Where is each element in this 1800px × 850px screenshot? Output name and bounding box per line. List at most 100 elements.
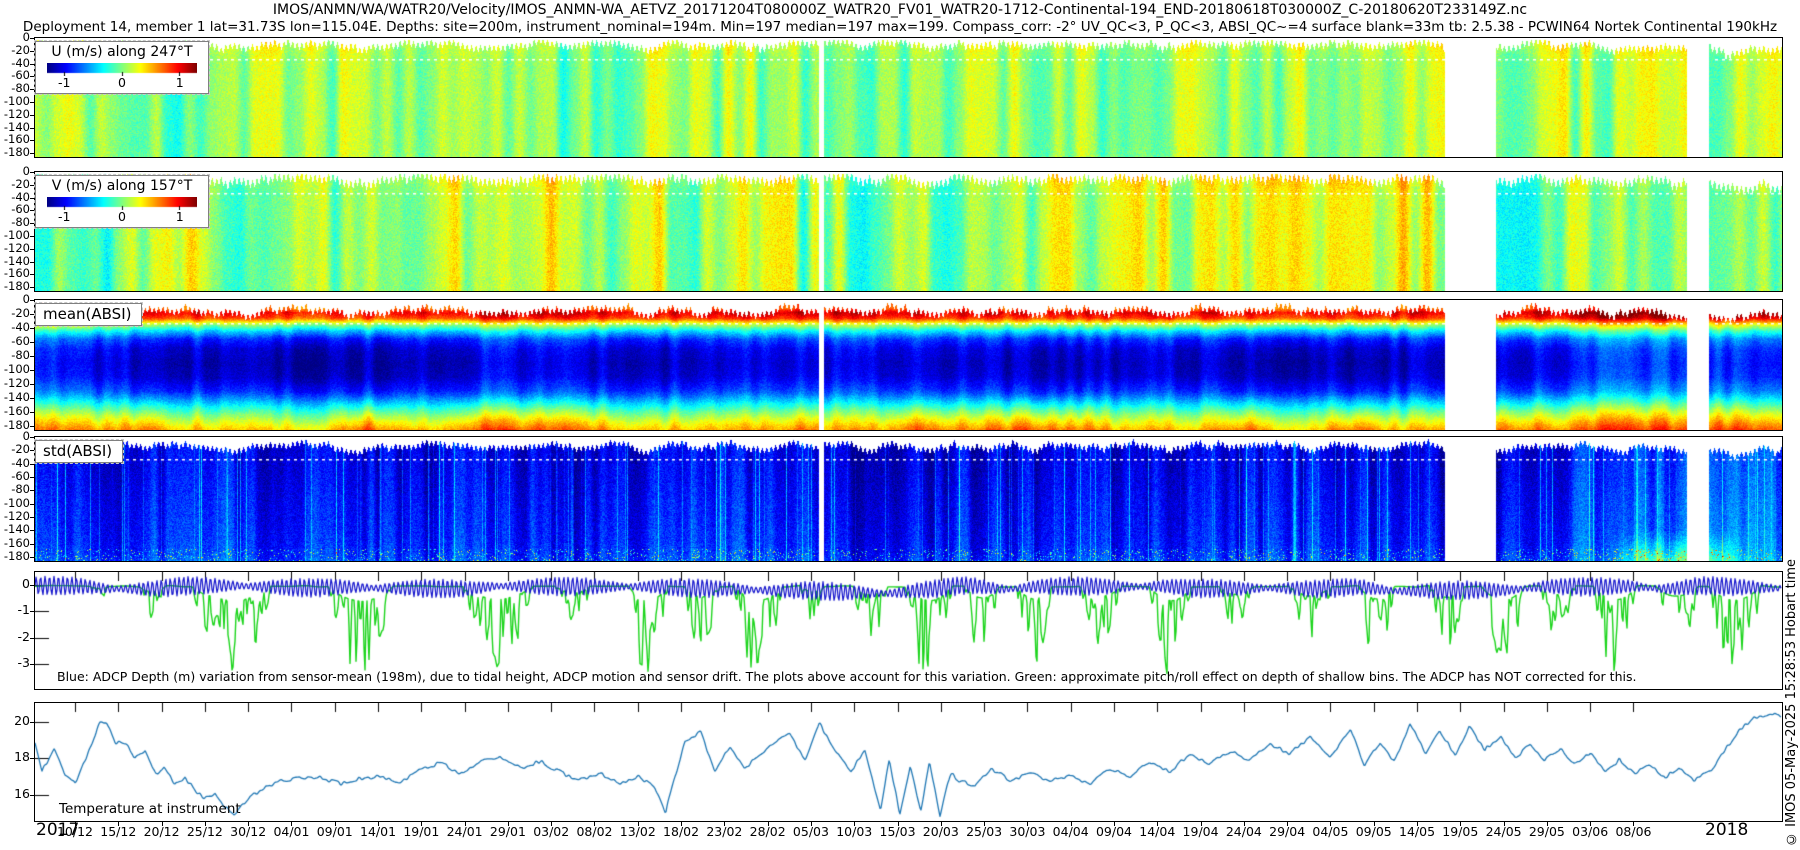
temperature-canvas [35,703,1782,821]
u-colorbar-tick: 1 [176,75,184,90]
std-absi-heatmap-canvas [35,437,1782,561]
panel-depth-y-tick [30,585,34,586]
x-axis-tick-label: 08/06 [1603,824,1663,839]
panel-v-y-tick [30,185,34,186]
panel-depth-variation: Blue: ADCP Depth (m) variation from sens… [34,571,1783,690]
u-heatmap-canvas [35,38,1782,157]
figure-subtitle: Deployment 14, member 1 lat=31.73S lon=1… [0,19,1800,35]
panel-mean-y-tick [30,398,34,399]
v-colorbar-tick: -1 [58,209,70,224]
panel-u-y-tick [30,115,34,116]
panel-v-y-tick [30,236,34,237]
v-colorbar-tick: 1 [176,209,184,224]
panel-temperature: Temperature at instrument [34,702,1783,822]
panel-mean-y-tick-label: -20 [0,307,30,320]
v-colorbar-legend: V (m/s) along 157°T -1 0 1 [35,175,209,228]
panel-mean-y-tick [30,426,34,427]
v-legend-title: V (m/s) along 157°T [36,178,208,195]
panel-mean-y-tick [30,300,34,301]
panel-v-y-tick [30,274,34,275]
v-colorbar-tick-labels: -1 0 1 [47,210,197,225]
panel-std-y-tick [30,530,34,531]
panel-std-y-tick-label: -20 [0,443,30,456]
panel-temp-y-tick [30,758,34,759]
panel-u-y-tick-label: -20 [0,44,30,57]
copyright-watermark: © IMOS 05-May-2025 15:28:53 Hobart time [1784,559,1799,846]
panel-u-y-tick-label: -120 [0,108,30,121]
panel-depth-y-tick-label: -1 [0,603,30,616]
panel-mean-y-tick-label: 0 [0,293,30,306]
panel-mean-y-tick [30,384,34,385]
panel-u-velocity: U (m/s) along 247°T -1 0 1 [34,37,1783,158]
panel-mean-y-tick [30,412,34,413]
panel-temp-y-tick-label: 18 [0,750,30,763]
mean-absi-label: mean(ABSI) [35,303,142,326]
panel-v-y-tick [30,223,34,224]
panel-std-y-tick-label: -40 [0,457,30,470]
panel-mean-absi: mean(ABSI) [34,299,1783,431]
panel-temp-y-tick [30,795,34,796]
u-colorbar-tick: 0 [118,75,126,90]
panel-mean-y-tick-label: -60 [0,335,30,348]
panel-u-y-tick [30,51,34,52]
panel-std-y-tick [30,504,34,505]
panel-std-y-tick [30,437,34,438]
panel-v-y-tick [30,210,34,211]
panel-temp-y-tick-label: 20 [0,714,30,727]
panel-u-y-tick [30,64,34,65]
panel-depth-y-tick [30,638,34,639]
panel-std-absi: std(ABSI) [34,436,1783,562]
panel-std-y-tick [30,490,34,491]
panel-mean-y-tick [30,328,34,329]
panel-v-y-tick [30,198,34,199]
panel-u-y-tick [30,89,34,90]
u-colorbar-tick-labels: -1 0 1 [47,76,197,91]
panel-std-y-tick [30,477,34,478]
x-axis-year-end: 2018 [1705,820,1748,840]
panel-v-velocity: V (m/s) along 157°T -1 0 1 [34,171,1783,292]
panel-depth-y-tick [30,664,34,665]
panel-mean-y-tick-label: -80 [0,349,30,362]
panel-depth-y-tick [30,611,34,612]
panel-std-y-tick-label: -180 [0,550,30,563]
panel-v-y-tick-label: -120 [0,242,30,255]
panel-std-y-tick [30,450,34,451]
v-heatmap-canvas [35,172,1782,291]
panel-depth-y-tick-label: -3 [0,656,30,669]
std-absi-label: std(ABSI) [35,440,123,463]
u-colorbar-tick: -1 [58,75,70,90]
panel-v-y-tick [30,172,34,173]
panel-depth-y-tick-label: -2 [0,630,30,643]
panel-mean-y-tick [30,356,34,357]
panel-std-y-tick-label: -100 [0,497,30,510]
panel-std-y-tick [30,517,34,518]
panel-u-y-tick-label: -180 [0,146,30,159]
u-colorbar-legend: U (m/s) along 247°T -1 0 1 [35,41,209,94]
panel-u-y-tick [30,76,34,77]
panel-mean-y-tick [30,370,34,371]
panel-mean-y-tick-label: -140 [0,391,30,404]
depth-variation-annotation: Blue: ADCP Depth (m) variation from sens… [57,669,1636,684]
panel-mean-y-tick-label: -160 [0,405,30,418]
panel-u-y-tick [30,140,34,141]
panel-u-y-tick [30,38,34,39]
panel-std-y-tick-label: -60 [0,470,30,483]
panel-std-y-tick-label: -160 [0,537,30,550]
panel-temp-y-tick-label: 16 [0,787,30,800]
panel-std-y-tick-label: 0 [0,430,30,443]
panel-v-y-tick [30,287,34,288]
adcp-velocity-figure: IMOS/ANMN/WA/WATR20/Velocity/IMOS_ANMN-W… [0,0,1800,850]
panel-v-y-tick [30,262,34,263]
mean-absi-heatmap-canvas [35,300,1782,430]
panel-std-y-tick [30,464,34,465]
panel-std-y-tick [30,557,34,558]
panel-std-y-tick [30,544,34,545]
panel-u-y-tick [30,153,34,154]
panel-temp-y-tick [30,722,34,723]
figure-title: IMOS/ANMN/WA/WATR20/Velocity/IMOS_ANMN-W… [0,2,1800,18]
panel-mean-y-tick [30,342,34,343]
panel-v-y-tick-label: -20 [0,178,30,191]
panel-std-y-tick-label: -140 [0,523,30,536]
panel-mean-y-tick-label: -120 [0,377,30,390]
panel-std-y-tick-label: -120 [0,510,30,523]
